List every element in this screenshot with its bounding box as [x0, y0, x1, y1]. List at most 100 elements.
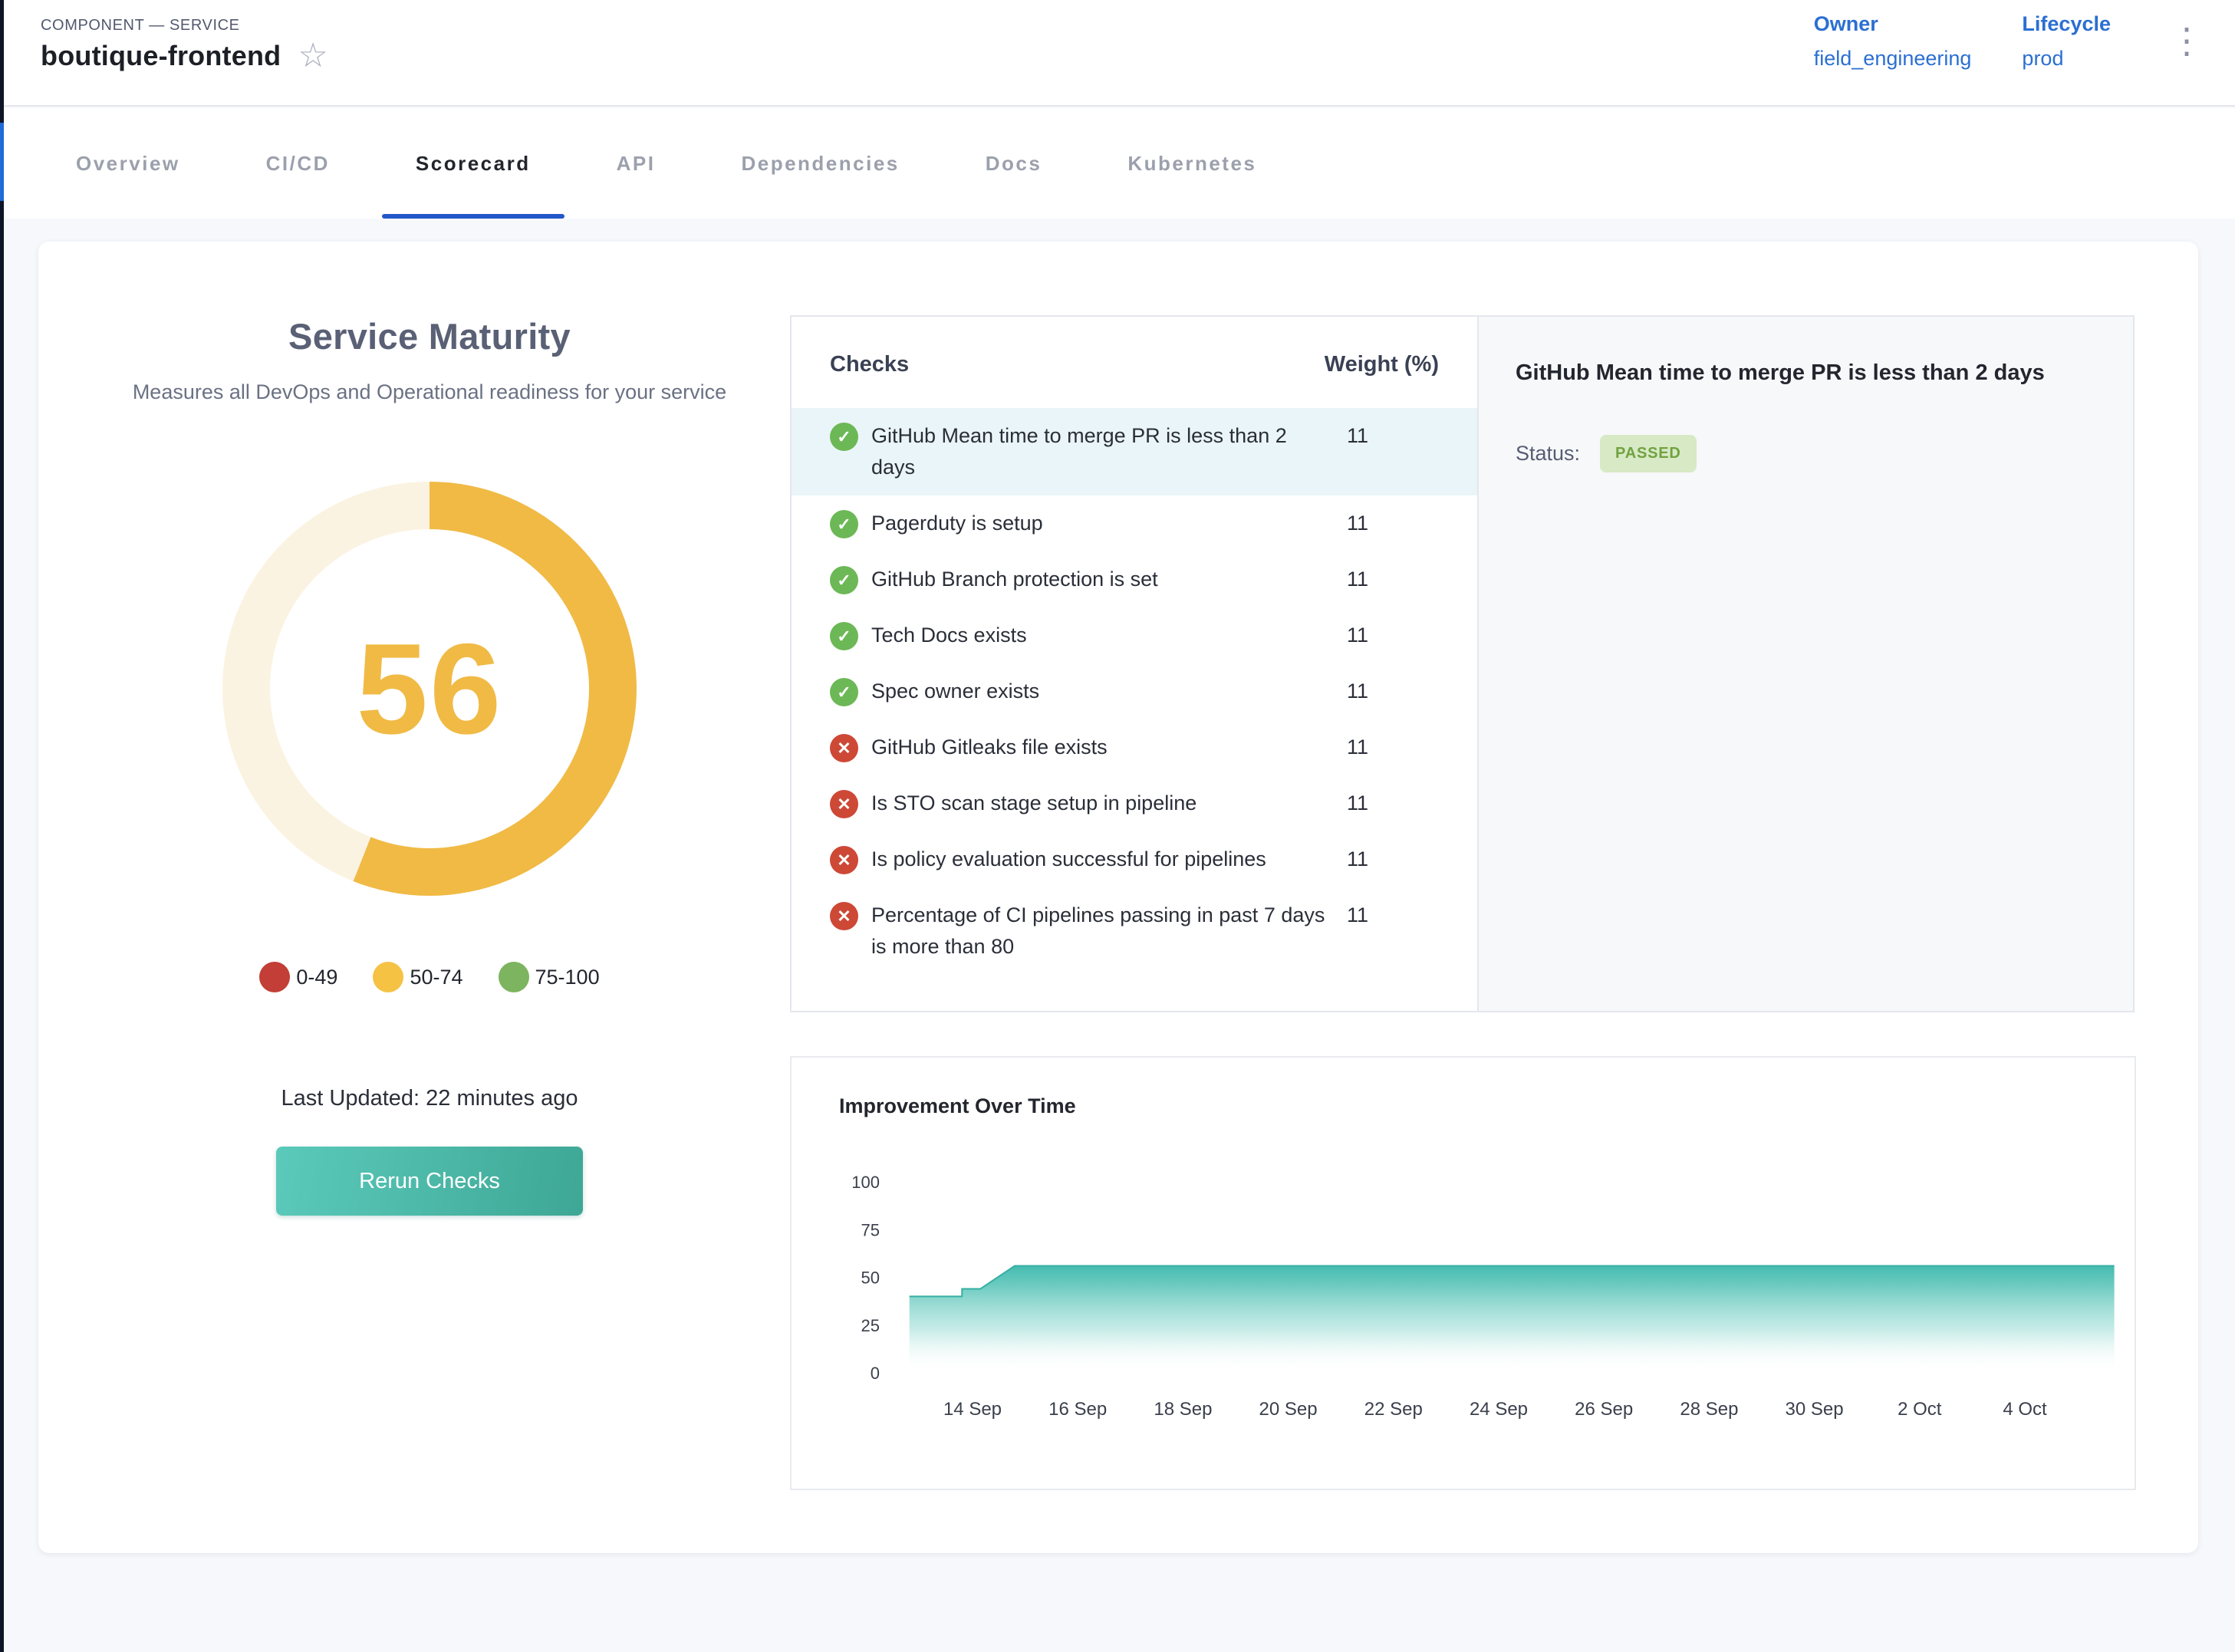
check-row[interactable]: ✕ Is policy evaluation successful for pip…	[792, 831, 1477, 887]
svg-text:0: 0	[871, 1364, 880, 1383]
svg-text:14 Sep: 14 Sep	[943, 1399, 1002, 1420]
check-label: Spec owner exists	[871, 676, 1334, 707]
check-row[interactable]: ✓Spec owner exists11	[792, 663, 1477, 719]
collapsed-sidebar[interactable]	[0, 0, 4, 1652]
status-badge: PASSED	[1600, 435, 1697, 472]
check-weight: 11	[1347, 676, 1447, 707]
check-status-failed-icon: ✕	[830, 902, 858, 930]
page-header: COMPONENT — SERVICE boutique-frontend ☆ …	[4, 0, 2235, 107]
svg-text:4 Oct: 4 Oct	[2003, 1399, 2047, 1420]
check-row[interactable]: ✓ GitHub Branch protection is set 11	[792, 551, 1477, 607]
legend-range-label: 0-49	[296, 966, 337, 989]
legend-dot	[499, 962, 529, 992]
favorite-star-icon[interactable]: ☆	[298, 42, 328, 70]
legend-dot	[373, 962, 403, 992]
check-status-passed-icon: ✓	[830, 622, 858, 650]
checks-column-header: Checks	[830, 352, 909, 377]
check-weight: 11	[1347, 844, 1447, 875]
check-label: Tech Docs exists	[871, 620, 1334, 651]
check-label: GitHub Branch protection is set	[871, 564, 1334, 595]
check-detail-panel: GitHub Mean time to merge PR is less tha…	[1477, 317, 2133, 1011]
tab-kubernetes[interactable]: Kubernetes	[1085, 108, 1299, 219]
check-label: Percentage of CI pipelines passing in pa…	[871, 900, 1334, 963]
check-weight: 11	[1347, 900, 1447, 931]
svg-text:30 Sep: 30 Sep	[1786, 1399, 1844, 1420]
more-menu-icon[interactable]: ⋮	[2169, 23, 2204, 58]
check-detail-title: GitHub Mean time to merge PR is less tha…	[1516, 344, 2052, 402]
svg-text:18 Sep: 18 Sep	[1154, 1399, 1212, 1420]
check-status-passed-icon: ✓	[830, 423, 858, 451]
owner-label: Owner	[1814, 12, 1972, 36]
lifecycle-meta: Lifecycle prod	[2022, 12, 2111, 71]
check-label: GitHub Gitleaks file exists	[871, 732, 1334, 763]
area-chart-canvas: 0 25 50 75 100 14 Sep 16 Sep 18 Sep 20 Sep 22 Se…	[792, 1058, 2135, 1489]
svg-text:100: 100	[851, 1173, 880, 1192]
entity-kicker: COMPONENT — SERVICE	[41, 17, 240, 35]
check-label: Is STO scan stage setup in pipeline	[871, 788, 1334, 819]
svg-text:28 Sep: 28 Sep	[1680, 1399, 1738, 1420]
maturity-summary: Service Maturity Measures all DevOps and…	[100, 242, 759, 1216]
legend-range-label: 75-100	[535, 966, 600, 989]
check-row[interactable]: ✓Pagerduty is setup11	[792, 495, 1477, 551]
owner-link[interactable]: field_engineering	[1814, 47, 1972, 71]
scorecard-subtitle: Measures all DevOps and Operational read…	[133, 374, 726, 410]
svg-text:2 Oct: 2 Oct	[1898, 1399, 1942, 1420]
maturity-score: 56	[357, 615, 503, 763]
svg-text:75: 75	[861, 1220, 880, 1239]
last-updated-text: Last Updated: 22 minutes ago	[281, 1086, 578, 1111]
svg-text:22 Sep: 22 Sep	[1364, 1399, 1423, 1420]
check-weight: 11	[1347, 564, 1447, 595]
legend-range-label: 50-74	[410, 966, 462, 989]
lifecycle-value[interactable]: prod	[2022, 47, 2111, 71]
check-weight: 11	[1347, 420, 1447, 452]
check-row[interactable]: ✓ Tech Docs exists 11	[792, 607, 1477, 663]
check-row[interactable]: ✕ Is STO scan stage setup in pipeline 11	[792, 775, 1477, 831]
legend-item: 0-49	[259, 962, 337, 992]
score-legend: 0-49 50-74 75-100	[259, 962, 599, 992]
tab-dependencies[interactable]: Dependencies	[698, 108, 942, 219]
rerun-checks-button[interactable]: Rerun Checks	[276, 1147, 583, 1216]
check-row[interactable]: ✕ Percentage of CI pipelines passing in p…	[792, 887, 1477, 975]
score-area-series	[910, 1266, 2115, 1373]
owner-meta: Owner field_engineering	[1814, 12, 1972, 71]
lifecycle-label: Lifecycle	[2022, 12, 2111, 36]
svg-text:24 Sep: 24 Sep	[1470, 1399, 1528, 1420]
check-status-passed-icon: ✓	[830, 510, 858, 538]
check-status-failed-icon: ✕	[830, 734, 858, 762]
check-label: Pagerduty is setup	[871, 508, 1334, 539]
check-row[interactable]: ✕GitHub Gitleaks file exists11	[792, 719, 1477, 775]
check-row[interactable]: ✓ GitHub Mean time to merge PR is less th…	[792, 408, 1477, 495]
scorecard-card: Service Maturity Measures all DevOps and…	[38, 242, 2198, 1553]
check-status-failed-icon: ✕	[830, 846, 858, 874]
check-status-passed-icon: ✓	[830, 566, 858, 594]
legend-item: 50-74	[373, 962, 462, 992]
check-label: Is policy evaluation successful for pipe…	[871, 844, 1334, 875]
check-weight: 11	[1347, 620, 1447, 651]
svg-text:25: 25	[861, 1316, 880, 1335]
page-body: Service Maturity Measures all DevOps and…	[0, 219, 2235, 1652]
check-label: GitHub Mean time to merge PR is less tha…	[871, 420, 1334, 483]
tab-ci-cd[interactable]: CI/CD	[223, 108, 373, 219]
x-axis-labels: 14 Sep 16 Sep 18 Sep 20 Sep 22 Sep 24 Sep 26 S…	[943, 1399, 2047, 1420]
legend-dot	[259, 962, 290, 992]
improvement-chart: Improvement Over Time 0255075100 14 Sep1…	[790, 1056, 2136, 1490]
svg-text:50: 50	[861, 1269, 880, 1288]
check-status-failed-icon: ✕	[830, 790, 858, 818]
tab-scorecard[interactable]: Scorecard	[373, 108, 574, 219]
sidebar-active-indicator	[0, 123, 4, 201]
page-title: boutique-frontend	[41, 40, 281, 72]
tab-overview[interactable]: Overview	[33, 108, 223, 219]
svg-text:16 Sep: 16 Sep	[1048, 1399, 1107, 1420]
legend-item: 75-100	[499, 962, 600, 992]
scorecard-title: Service Maturity	[288, 315, 571, 357]
svg-text:20 Sep: 20 Sep	[1259, 1399, 1318, 1420]
maturity-donut: 56	[222, 482, 637, 896]
y-axis-labels: 0 25 50 75 100	[851, 1173, 880, 1383]
check-weight: 11	[1347, 788, 1447, 819]
tab-api[interactable]: API	[574, 108, 699, 219]
tab-bar: OverviewCI/CDScorecardAPIDependenciesDoc…	[4, 108, 2235, 219]
svg-text:26 Sep: 26 Sep	[1575, 1399, 1633, 1420]
weight-column-header: Weight (%)	[1325, 352, 1439, 377]
tab-docs[interactable]: Docs	[943, 108, 1085, 219]
status-label: Status:	[1516, 442, 1580, 466]
